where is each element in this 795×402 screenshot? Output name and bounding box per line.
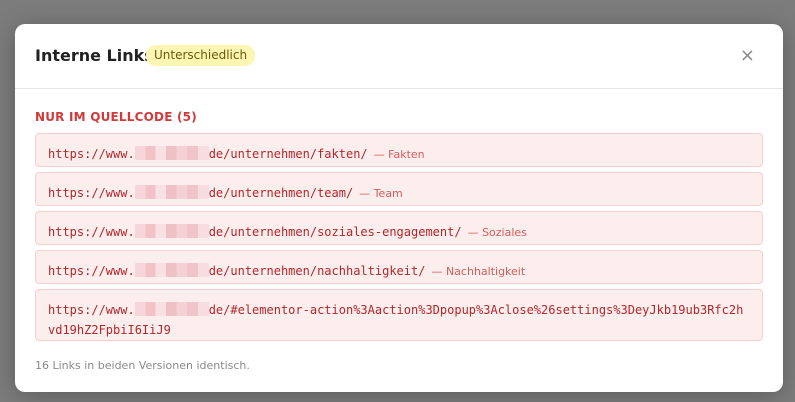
list-item: https://www. de/#elementor-action%3Aactio… (35, 289, 763, 341)
link-url[interactable]: https://www. de/unternehmen/soziales-enga… (48, 224, 462, 239)
link-list: https://www. de/unternehmen/fakten/ — Fakt… (35, 133, 763, 346)
link-url[interactable]: https://www. de/unternehmen/team/ (48, 185, 353, 200)
link-url[interactable]: https://www. de/unternehmen/nachhaltigkei… (48, 263, 425, 278)
modal-title: Interne Links (35, 46, 154, 65)
list-item: https://www. de/unternehmen/nachhaltigkei… (35, 250, 763, 284)
list-item: https://www. de/unternehmen/soziales-enga… (35, 211, 763, 245)
redacted-domain (134, 263, 209, 277)
link-note: — Fakten (373, 148, 425, 161)
link-url[interactable]: https://www. de/unternehmen/fakten/ (48, 146, 368, 161)
modal-header: Interne Links Unterschiedlich × (15, 24, 783, 89)
link-note: — Nachhaltigkeit (431, 265, 526, 278)
internal-links-modal: Interne Links Unterschiedlich × NUR IM Q… (15, 24, 783, 392)
footer-summary: 16 Links in beiden Versionen identisch. (35, 359, 250, 372)
redacted-domain (134, 302, 209, 316)
link-url[interactable]: https://www. de/#elementor-action%3Aactio… (48, 302, 743, 337)
redacted-domain (134, 146, 209, 160)
redacted-domain (134, 185, 209, 199)
close-icon[interactable]: × (740, 46, 755, 66)
link-note: — Soziales (467, 226, 527, 239)
link-note: — Team (359, 187, 403, 200)
status-badge: Unterschiedlich (146, 45, 256, 66)
list-item: https://www. de/unternehmen/team/ — Team (35, 172, 763, 206)
section-title: NUR IM QUELLCODE (5) (35, 110, 197, 124)
list-item: https://www. de/unternehmen/fakten/ — Fakt… (35, 133, 763, 167)
redacted-domain (134, 224, 209, 238)
